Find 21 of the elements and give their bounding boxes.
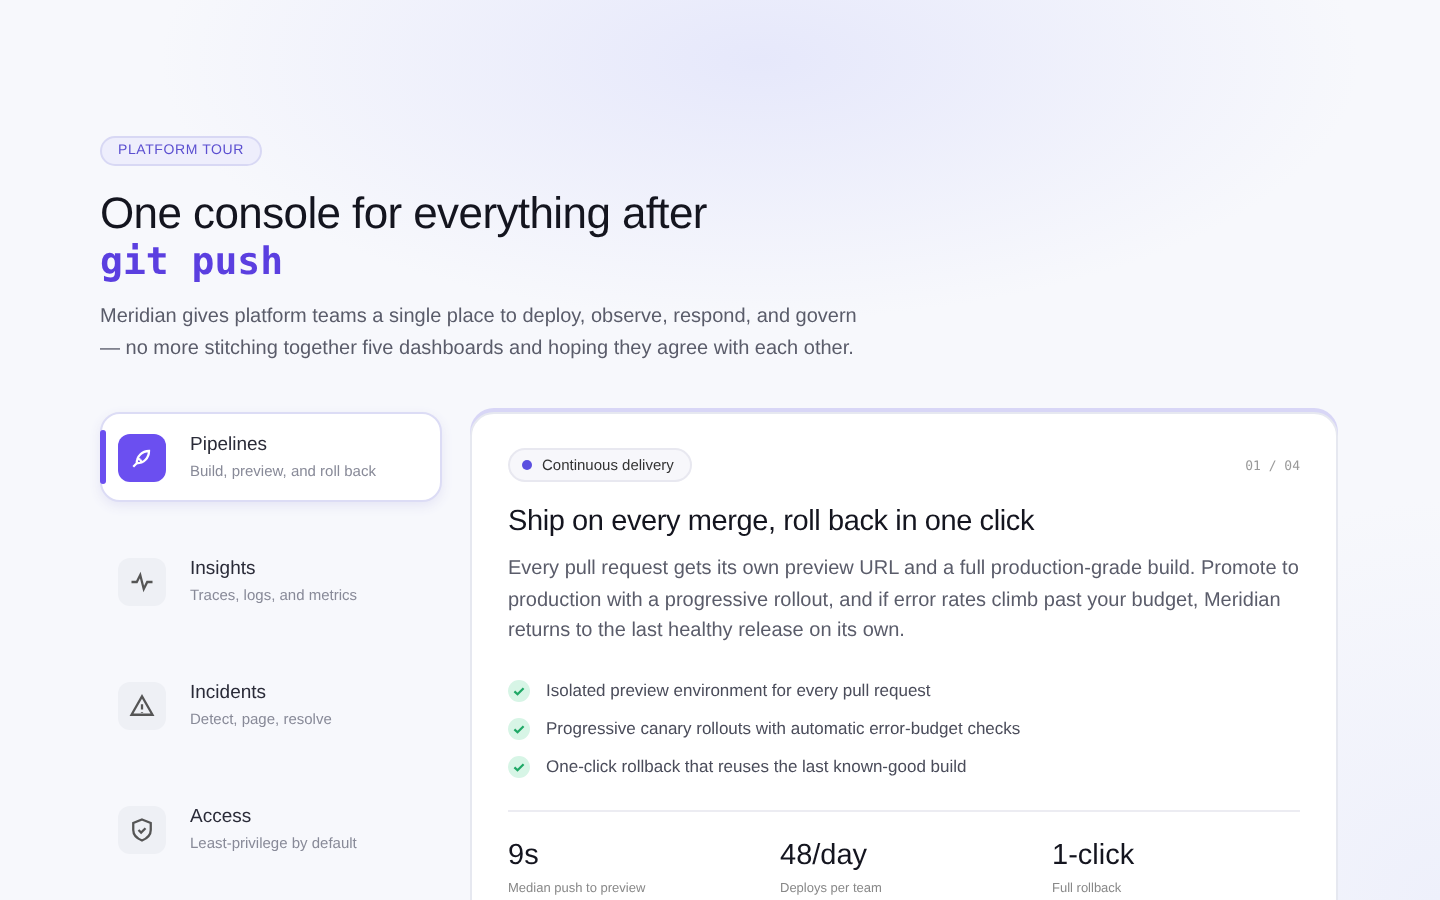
feature-item: Progressive canary rollouts with automatic error-budget checks	[546, 718, 1021, 738]
check-icon	[508, 679, 530, 701]
feature-item: Isolated preview environment for every pull request	[546, 680, 931, 700]
card-title: Ship on every merge, roll back in one click	[508, 506, 1037, 538]
stat-value: 48/day	[780, 839, 870, 871]
card-description: Every pull request gets its own preview URL and a full production-grade build. Promote to production with a progressive rollout, and if error rates climb past your budget, Meridian returns to the last healthy release on its own.	[508, 556, 1300, 646]
check-icon	[508, 717, 530, 739]
nav-title: Insights	[190, 558, 258, 580]
intro-paragraph: Meridian gives platform teams a single place to deploy, observe, respond, and govern — no more stitching together five dashboards and hoping they agree with each other.	[100, 304, 859, 364]
nav-title: Pipelines	[190, 434, 270, 456]
feature-item: One-click rollback that reuses the last known-good build	[546, 756, 967, 776]
stat-value: 1-click	[1052, 839, 1137, 871]
shield-icon	[118, 805, 166, 853]
nav-title: Access	[190, 806, 254, 828]
nav-title: Incidents	[190, 682, 269, 704]
code-heading: git push	[100, 238, 286, 286]
check-icon	[508, 755, 530, 777]
warning-icon	[118, 681, 166, 729]
pulse-icon	[118, 557, 166, 605]
stat-value: 9s	[508, 839, 541, 871]
page-heading: One console for everything after	[100, 188, 709, 238]
